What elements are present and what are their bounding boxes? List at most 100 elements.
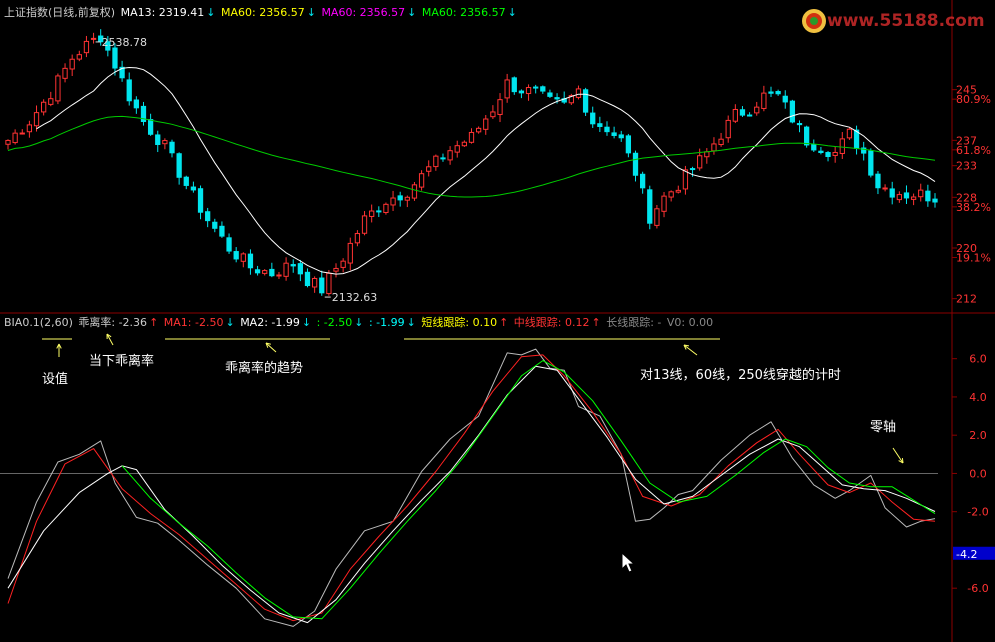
candle-body bbox=[704, 151, 710, 158]
candle-body bbox=[147, 119, 154, 135]
indicator-header-item-9: V0: 0.00 bbox=[666, 316, 714, 329]
candle-body bbox=[383, 203, 389, 213]
candle-body bbox=[83, 40, 90, 54]
candle-body bbox=[618, 134, 624, 139]
candle-body bbox=[511, 77, 517, 93]
candle-body bbox=[490, 111, 496, 118]
candle-body bbox=[454, 145, 460, 153]
candle-body bbox=[775, 91, 781, 95]
indicator-header-item-6: 短线跟踪: 0.10 bbox=[421, 316, 498, 329]
price-axis-label: 80.9% bbox=[956, 93, 991, 106]
current-value-text: -4.2 bbox=[956, 548, 977, 561]
price-axis-label: 19.1% bbox=[956, 252, 991, 265]
candle-body bbox=[875, 173, 881, 189]
candle-body bbox=[932, 198, 938, 203]
candle-body bbox=[183, 176, 189, 186]
main-header-item-2: MA60: 2356.57 bbox=[321, 6, 406, 19]
indicator-header-item-3: MA2: -1.99 bbox=[240, 316, 300, 329]
candle-body bbox=[369, 210, 375, 217]
indicator-header-item-0: BIA0.1(2,60) bbox=[4, 316, 73, 329]
main-header-title: 上证指数(日线,前复权) bbox=[4, 6, 116, 19]
chart-stage[interactable]: 2538.78 2132.63 245 80.9% 237 61.8% 233 228 38.… bbox=[0, 0, 995, 642]
candle-body bbox=[818, 150, 824, 153]
candle-body bbox=[682, 169, 689, 190]
candle-body bbox=[689, 168, 696, 171]
candle-body bbox=[625, 135, 632, 154]
candle-body bbox=[497, 99, 503, 115]
candle-body bbox=[575, 88, 582, 98]
indicator-header-items: BIA0.1(2,60) 乖离率: -2.36 ↑ MA1: -2.50 ↓ MA2… bbox=[4, 316, 715, 329]
candle-body bbox=[754, 106, 760, 114]
candle-body bbox=[41, 101, 47, 113]
candle-body bbox=[804, 126, 810, 146]
candle-body bbox=[311, 277, 318, 288]
candle-body bbox=[26, 124, 33, 133]
candle-body bbox=[811, 144, 817, 151]
candle-body bbox=[319, 277, 325, 294]
candle-body bbox=[732, 108, 738, 122]
candle-body bbox=[440, 157, 446, 160]
candle-body bbox=[839, 138, 845, 154]
candle-body bbox=[518, 90, 525, 94]
candle-body bbox=[483, 118, 489, 130]
price-axis-label: 212 bbox=[956, 293, 977, 306]
indicator-axis-label: 4.0 bbox=[969, 391, 987, 404]
low-price-marker: 2132.63 bbox=[332, 291, 378, 304]
annotation-setting: 设值 bbox=[42, 372, 69, 387]
candle-body bbox=[796, 123, 803, 126]
indicator-axis-label: 6.0 bbox=[969, 353, 987, 366]
candle-body bbox=[725, 119, 731, 139]
candle-body bbox=[426, 166, 432, 172]
main-header-item-arrow-3: ↓ bbox=[507, 6, 517, 19]
candle-body bbox=[361, 215, 368, 234]
indicator-header-item-4: : -2.50 bbox=[316, 316, 353, 329]
candle-body bbox=[19, 132, 25, 135]
candle-body bbox=[604, 126, 610, 133]
candle-body bbox=[418, 173, 425, 188]
annotation-current-bias: 当下乖离率 bbox=[89, 354, 155, 369]
mouse-cursor-icon bbox=[621, 552, 636, 573]
candle-body bbox=[918, 189, 924, 198]
candle-body bbox=[647, 189, 653, 224]
indicator-header-item-arrow-2: ↓ bbox=[225, 316, 235, 329]
candle-body bbox=[846, 128, 853, 139]
candle-body bbox=[782, 95, 788, 103]
candle-body bbox=[397, 195, 403, 201]
candle-body bbox=[55, 75, 61, 102]
candle-body bbox=[90, 37, 97, 40]
candle-body bbox=[262, 270, 268, 274]
price-axis-label: 61.8% bbox=[956, 144, 991, 157]
candle-body bbox=[611, 132, 617, 136]
candle-body bbox=[155, 134, 161, 145]
candle-body bbox=[882, 187, 888, 190]
candle-body bbox=[910, 196, 917, 200]
candle-body bbox=[283, 262, 289, 277]
candle-body bbox=[354, 233, 361, 244]
candle-body bbox=[889, 188, 895, 198]
candle-body bbox=[540, 86, 546, 92]
candle-body bbox=[340, 260, 346, 268]
candle-body bbox=[326, 272, 332, 295]
site-logo: www.55188.com bbox=[797, 4, 987, 38]
main-header-item-arrow-0: ↓ bbox=[206, 6, 216, 19]
main-header: 上证指数(日线,前复权) MA13: 2319.41 ↓ MA60: 2356.5… bbox=[4, 6, 521, 19]
candle-body bbox=[475, 127, 482, 133]
indicator-header-item-arrow-6: ↑ bbox=[499, 316, 509, 329]
candle-body bbox=[390, 197, 396, 206]
indicator-axis-label: 0.0 bbox=[969, 467, 987, 480]
indicator-header-item-7: 中线跟踪: 0.12 bbox=[513, 316, 590, 329]
candle-body bbox=[582, 89, 589, 113]
candle-body bbox=[632, 152, 639, 176]
candle-body bbox=[269, 268, 275, 277]
indicator-header-item-arrow-3: ↓ bbox=[301, 316, 312, 329]
candle-body bbox=[33, 112, 40, 127]
main-header-item-arrow-1: ↓ bbox=[306, 6, 316, 19]
candle-body bbox=[304, 271, 311, 287]
candle-body bbox=[597, 123, 603, 127]
annotation-zero-axis: 零轴 bbox=[870, 420, 897, 435]
main-header-items: MA13: 2319.41 ↓ MA60: 2356.57 ↓ MA60: 2356… bbox=[121, 6, 519, 19]
candle-body bbox=[276, 274, 282, 277]
candle-body bbox=[761, 92, 767, 109]
candle-body bbox=[190, 186, 197, 191]
candle-body bbox=[205, 211, 211, 222]
